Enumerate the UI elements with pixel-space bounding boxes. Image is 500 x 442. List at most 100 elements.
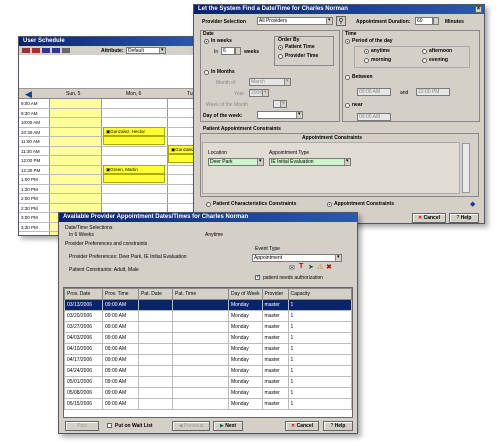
help-button[interactable]: ? Help <box>449 213 479 223</box>
warning-icon[interactable]: ⚠ <box>317 263 323 271</box>
table-row[interactable]: 05/01/2006 09:00 AM Monday master 1 <box>64 376 352 388</box>
duration-input[interactable]: 60 <box>415 17 433 25</box>
arrow-icon[interactable]: ➤ <box>308 263 314 271</box>
week-of-month-select[interactable] <box>273 100 287 108</box>
column-header[interactable]: Provider <box>261 288 289 300</box>
cancel-button[interactable]: ✕ Cancel <box>285 421 319 431</box>
attribute-select[interactable]: Default <box>126 47 166 54</box>
table-cell: Monday <box>228 376 263 388</box>
attribute-label: Attribute: <box>101 48 124 54</box>
patient-time-radio[interactable] <box>278 45 283 50</box>
provider-selection-label: Provider Selection <box>202 19 246 25</box>
chevron-down-icon <box>326 18 332 24</box>
cancel-button[interactable]: ✕ Cancel <box>412 213 446 223</box>
table-cell <box>172 332 229 344</box>
event-type-select[interactable]: Appointment <box>252 254 342 262</box>
constraints-scrollbar[interactable] <box>462 143 470 193</box>
table-cell: 1 <box>287 299 352 311</box>
time-row: 1:30 PM <box>19 185 199 194</box>
near-radio[interactable] <box>345 103 350 108</box>
column-header[interactable]: Pat. Date <box>138 288 173 300</box>
table-row[interactable]: 04/10/2006 09:00 AM Monday master 1 <box>64 343 352 355</box>
appointment-green[interactable]: ▣Green, Martin <box>103 165 165 174</box>
previous-button[interactable]: ◀ Previous <box>172 421 210 431</box>
preferences-label: Provider Preferences and constraints <box>65 241 148 247</box>
in-months-radio[interactable] <box>204 70 209 75</box>
table-cell <box>138 365 173 377</box>
appointment-label: Green, Martin <box>110 167 138 172</box>
table-row[interactable]: 04/17/2006 09:00 AM Monday master 1 <box>64 354 352 366</box>
appointment-gonzalez[interactable]: ▣Gonzalez, Hector <box>103 127 165 136</box>
column-header[interactable]: Capacity <box>287 288 352 300</box>
day-of-week-select[interactable] <box>257 111 303 119</box>
search-icon[interactable]: ⚲ <box>336 16 346 26</box>
between-radio[interactable] <box>345 75 350 80</box>
view-week-icon[interactable] <box>32 48 40 53</box>
column-header[interactable]: Day of Week <box>228 288 263 300</box>
text-icon[interactable]: T <box>299 263 303 270</box>
table-cell <box>138 387 173 399</box>
view-month-icon[interactable] <box>42 48 50 53</box>
between-end-input[interactable]: 12:00 PM <box>416 88 450 96</box>
provider-time-radio[interactable] <box>278 54 283 59</box>
table-cell: master <box>261 299 289 311</box>
table-row[interactable]: 03/13/2006 09:00 AM Monday master 1 <box>64 299 352 311</box>
table-row[interactable]: 03/20/2006 09:00 AM Monday master 1 <box>64 310 352 322</box>
schedule-header-row: ◀ Sun, 5 Mon, 6 Tu <box>19 89 199 99</box>
previous-arrow-icon[interactable]: ◀ <box>25 89 32 99</box>
chevron-down-icon <box>284 79 290 85</box>
table-cell: Monday <box>228 365 263 377</box>
weeks-spinner[interactable] <box>235 47 241 55</box>
table-row[interactable]: 05/08/2006 09:00 AM Monday master 1 <box>64 387 352 399</box>
period-of-day-radio[interactable] <box>345 39 350 44</box>
mail-icon[interactable]: ✉ <box>289 264 295 272</box>
evening-radio[interactable] <box>422 58 427 63</box>
weeks-input[interactable]: 6 <box>221 47 235 55</box>
view-day-icon[interactable] <box>22 48 30 53</box>
wait-list-checkbox[interactable] <box>107 423 112 428</box>
morning-radio[interactable] <box>364 58 369 63</box>
next-button[interactable]: ▶ Next <box>213 421 243 431</box>
table-cell: 09:00 AM <box>102 376 139 388</box>
appointment-block[interactable] <box>103 136 165 145</box>
delete-icon[interactable]: ✖ <box>326 263 332 271</box>
year-select[interactable]: 2006 <box>249 89 269 97</box>
column-header[interactable]: Prov. Date <box>64 288 103 300</box>
close-icon[interactable]: × <box>475 6 482 13</box>
help-button[interactable]: ? Help <box>323 421 353 431</box>
add-constraint-icon[interactable]: ◆ <box>470 200 475 208</box>
table-row[interactable]: 04/24/2006 09:00 AM Monday master 1 <box>64 365 352 377</box>
column-header[interactable]: Pat. Time <box>172 288 229 300</box>
table-row[interactable]: 03/27/2006 09:00 AM Monday master 1 <box>64 321 352 333</box>
location-select[interactable]: Deer Park <box>208 158 264 166</box>
table-cell <box>138 310 173 322</box>
provider-select[interactable]: All Providers <box>257 17 333 25</box>
near-time-input[interactable]: 09:00 AM <box>357 113 391 121</box>
duration-spinner[interactable] <box>433 17 439 25</box>
afternoon-radio[interactable] <box>422 49 427 54</box>
view-list-icon[interactable] <box>52 48 60 53</box>
between-start-input[interactable]: 09:00 AM <box>357 88 391 96</box>
in-weeks-radio[interactable] <box>204 39 209 44</box>
month-select[interactable]: March <box>249 78 291 86</box>
table-row[interactable]: 04/03/2006 09:00 AM Monday master 1 <box>64 332 352 344</box>
evening-label: evening <box>429 57 448 63</box>
authorization-checkbox[interactable]: ✓ <box>255 275 260 280</box>
event-type-value: Appointment <box>254 255 283 261</box>
print-icon[interactable] <box>62 48 70 53</box>
table-cell <box>172 321 229 333</box>
table-row[interactable]: 05/15/2006 09:00 AM Monday master 1 <box>64 398 352 410</box>
post-button[interactable]: Post <box>65 421 99 431</box>
table-cell: 03/13/2006 <box>64 299 103 311</box>
chevron-down-icon <box>280 101 286 107</box>
appointment-label: Gonzalez <box>175 147 195 152</box>
anytime-value: Anytime <box>205 232 224 238</box>
anytime-radio[interactable] <box>364 49 369 54</box>
chevron-down-icon <box>335 255 341 261</box>
column-header[interactable]: Prov. Time <box>102 288 139 300</box>
appointment-block[interactable] <box>103 174 165 183</box>
appointment-type-select[interactable]: IE Initial Evaluation <box>269 158 351 166</box>
appointment-label: Gonzalez, Hector <box>110 129 146 134</box>
patient-characteristics-radio[interactable] <box>206 202 211 207</box>
appointment-constraints-radio[interactable] <box>327 202 332 207</box>
